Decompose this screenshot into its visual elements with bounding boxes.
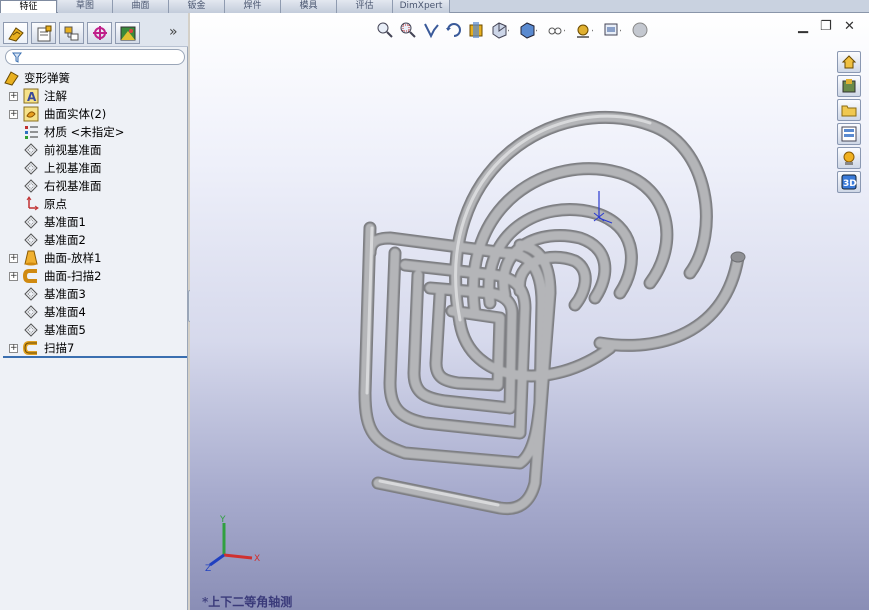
graphics-viewport[interactable]: ▾ ▾ ▾ ▾ ▾ ▁ ❐ ✕ 3D [190,13,869,610]
tree-item-label: 材质 <未指定> [44,125,125,139]
command-manager-tabs: 特征 草图 曲面 钣金 焊件 模具 评估 DimXpert [0,0,869,14]
triad-y-label: Y [219,515,226,525]
panel-tabs: » [0,13,188,47]
configuration-manager-tab[interactable] [59,22,84,44]
plane-icon [24,287,38,301]
tree-item-label: 基准面2 [44,233,86,247]
display-manager-tab[interactable] [115,22,140,44]
plane-icon [24,305,38,319]
property-manager-tab[interactable] [31,22,56,44]
tree-item-label: 前视基准面 [44,143,102,157]
configuration-manager-icon [64,26,79,41]
tree-item-label: 基准面3 [44,287,86,301]
tab-evaluate[interactable]: 评估 [337,0,393,13]
tree-item-label: 曲面-放样1 [44,251,102,265]
tree-item-label: 曲面实体(2) [44,107,107,121]
triad-z-label: Z [205,564,211,573]
plane-icon [24,179,38,193]
svg-text:A: A [27,90,37,104]
filter-icon [12,52,22,63]
loft-surface-icon [24,250,38,266]
expand-plus-icon[interactable]: + [9,344,18,353]
feature-manager-panel: » 变形弹簧 + A 注解 + 曲面实体(2) 材质 <未指定> 前视基准面 上… [0,13,188,610]
sweep-surface-icon [23,269,37,283]
tab-weldments[interactable]: 焊件 [225,0,281,13]
tree-item-label: 基准面1 [44,215,86,229]
plane-icon [24,143,38,157]
tab-surfaces[interactable]: 曲面 [113,0,169,13]
dimxpert-manager-tab[interactable] [87,22,112,44]
surface-bodies-icon [23,106,39,122]
tree-filter-input[interactable] [5,49,185,65]
plane-icon [24,215,38,229]
reference-triad: Y X Z [205,515,260,573]
expand-chevron-icon[interactable]: » [169,24,178,40]
tree-item-label: 曲面-扫描2 [44,269,102,283]
dimxpert-manager-icon [93,26,107,40]
view-orientation-label: *上下二等角轴测 [202,595,293,609]
tab-sheet-metal[interactable]: 钣金 [169,0,225,13]
property-manager-icon [37,25,52,42]
feature-manager-icon [8,27,24,42]
tree-item-label: 原点 [44,197,67,211]
tree-item-label: 注解 [44,89,67,103]
tree-item-label: 右视基准面 [44,179,102,193]
triad-x-label: X [254,554,260,564]
expand-plus-icon[interactable]: + [9,110,18,119]
expand-plus-icon[interactable]: + [9,254,18,263]
rollback-bar[interactable] [3,356,187,358]
expand-plus-icon[interactable]: + [9,272,18,281]
tab-dimxpert[interactable]: DimXpert [393,0,450,13]
tree-item-label: 扫描7 [44,341,75,355]
annotation-icon: A [23,88,39,104]
plane-icon [24,161,38,175]
material-icon [25,126,38,139]
feature-manager-tab[interactable] [3,22,28,44]
sweep-icon [23,341,37,355]
part-icon [4,71,19,86]
tree-item-label: 上视基准面 [44,161,102,175]
origin-icon [26,196,39,211]
tab-mold-tools[interactable]: 模具 [281,0,337,13]
display-manager-icon [120,26,136,41]
part-name: 变形弹簧 [24,71,70,85]
tree-item-label: 基准面5 [44,323,86,337]
tab-sketch[interactable]: 草图 [58,0,113,13]
expand-plus-icon[interactable]: + [9,92,18,101]
plane-icon [24,233,38,247]
tab-features[interactable]: 特征 [0,0,57,14]
spring-model[interactable] [190,13,869,610]
tree-item-label: 基准面4 [44,305,86,319]
plane-icon [24,323,38,337]
